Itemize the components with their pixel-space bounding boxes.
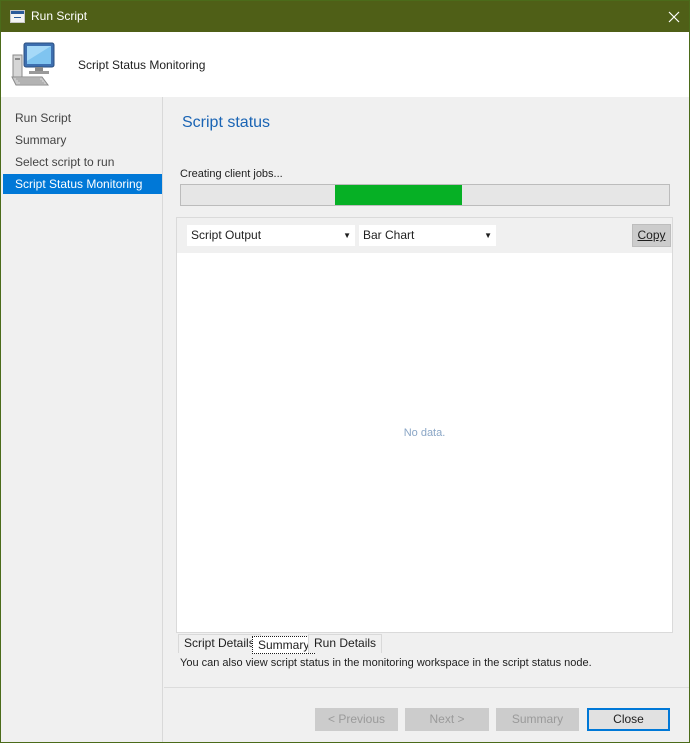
tab-summary[interactable]: Summary bbox=[252, 636, 316, 654]
copy-button[interactable]: Copy bbox=[632, 224, 671, 247]
chart-type-dropdown[interactable]: Bar Chart ▼ bbox=[358, 224, 497, 247]
sidebar-item-summary[interactable]: Summary bbox=[1, 130, 162, 150]
empty-state-text: No data. bbox=[403, 427, 446, 439]
wizard-steps-sidebar: Run Script Summary Select script to run … bbox=[1, 97, 163, 742]
wizard-header: Script Status Monitoring bbox=[1, 32, 689, 97]
wizard-page-title: Script Status Monitoring bbox=[78, 58, 206, 72]
chart-type-value: Bar Chart bbox=[363, 228, 415, 242]
previous-button[interactable]: < Previous bbox=[315, 708, 398, 731]
progress-bar bbox=[180, 184, 670, 206]
page-heading: Script status bbox=[182, 114, 271, 131]
sidebar-item-script-status-monitoring[interactable]: Script Status Monitoring bbox=[3, 174, 162, 194]
close-icon bbox=[668, 11, 680, 22]
sidebar-item-run-script[interactable]: Run Script bbox=[1, 108, 162, 128]
output-type-value: Script Output bbox=[191, 228, 262, 242]
monitoring-info-text: You can also view script status in the m… bbox=[180, 657, 592, 669]
next-button[interactable]: Next > bbox=[405, 708, 489, 731]
close-window-button[interactable] bbox=[659, 1, 689, 32]
window-title: Run Script bbox=[31, 9, 88, 23]
tab-run-details[interactable]: Run Details bbox=[308, 634, 383, 653]
title-bar: Run Script bbox=[1, 1, 689, 32]
tab-script-details[interactable]: Script Details bbox=[178, 634, 261, 653]
summary-button[interactable]: Summary bbox=[496, 708, 579, 731]
progress-bar-marquee bbox=[335, 185, 462, 205]
chevron-down-icon: ▼ bbox=[484, 231, 492, 240]
chevron-down-icon: ▼ bbox=[343, 231, 351, 240]
wizard-footer: < Previous Next > Summary Close bbox=[164, 687, 689, 742]
app-window-icon bbox=[10, 10, 25, 23]
sidebar-item-select-script[interactable]: Select script to run bbox=[1, 152, 162, 172]
computer-icon bbox=[11, 42, 55, 86]
progress-status-text: Creating client jobs... bbox=[180, 168, 283, 180]
close-button[interactable]: Close bbox=[587, 708, 670, 731]
run-script-window: Run Script Script Status Monitoring Run … bbox=[0, 0, 690, 743]
script-output-panel: Script Output ▼ Bar Chart ▼ Copy No data… bbox=[176, 217, 673, 633]
main-content: Script status Creating client jobs... Sc… bbox=[164, 97, 689, 687]
output-type-dropdown[interactable]: Script Output ▼ bbox=[186, 224, 356, 247]
